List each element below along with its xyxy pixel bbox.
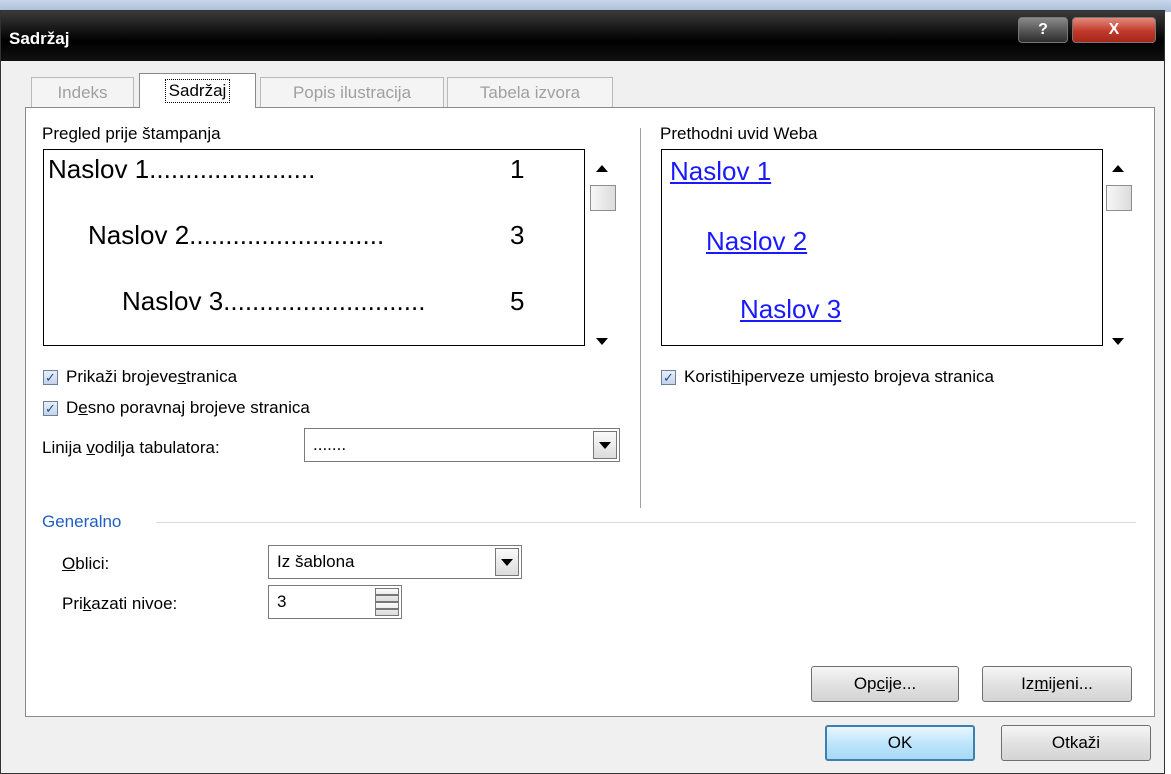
web-preview-label: Prethodni uvid Weba xyxy=(660,124,818,143)
stepper-buttons xyxy=(375,588,399,616)
help-button[interactable]: ? xyxy=(1018,17,1068,43)
toc-page-1: 1 xyxy=(510,154,525,184)
web-link-2[interactable]: Naslov 2 xyxy=(706,226,807,257)
formats-select[interactable]: Iz šablona xyxy=(268,545,522,579)
web-link-3[interactable]: Naslov 3 xyxy=(740,294,841,325)
tab-label: Sadržaj xyxy=(164,79,231,103)
scroll-up-icon[interactable] xyxy=(1112,165,1124,172)
scroll-thumb[interactable] xyxy=(1106,185,1132,211)
option-label: D xyxy=(66,398,79,417)
check-icon[interactable]: ✓ xyxy=(43,400,58,416)
tab-sadrzaj[interactable]: Sadržaj xyxy=(139,73,256,108)
formats-label-part: blici: xyxy=(75,554,110,573)
chevron-down-icon xyxy=(501,558,513,566)
tab-leader-label-part: odilja tabulatora: xyxy=(94,438,220,457)
tab-indeks[interactable]: Indeks xyxy=(31,77,134,107)
chevron-down-icon xyxy=(376,608,398,610)
web-link-1[interactable]: Naslov 1 xyxy=(670,156,771,187)
right-align-option[interactable]: ✓ De sno poravnaj brojeve stranica xyxy=(43,398,310,418)
options-button[interactable]: Op c ije... xyxy=(811,666,959,702)
tab-leader-label: Linija vodilja tabulatora: xyxy=(42,438,220,458)
show-levels-label-part: Pri xyxy=(62,594,83,613)
print-preview-box[interactable]: Naslov 1....................... 1 Naslov… xyxy=(43,149,585,346)
show-page-numbers-option[interactable]: ✓ Prikaži brojeve s tranica xyxy=(43,367,237,387)
option-label: iperveze umjesto brojeva stranica xyxy=(740,367,994,386)
show-levels-label: Prikazati nivoe: xyxy=(62,594,177,614)
tab-label: Tabela izvora xyxy=(479,82,581,102)
option-label: tranica xyxy=(186,367,238,386)
ok-button[interactable]: OK xyxy=(825,725,975,761)
toc-entry-2: Naslov 2........................... xyxy=(88,220,385,250)
button-label: ijeni... xyxy=(1048,674,1093,693)
toc-page-2: 3 xyxy=(510,220,525,250)
print-preview-scrollbar[interactable] xyxy=(588,153,616,348)
print-preview-label: Pregled prije štampanja xyxy=(42,124,221,143)
button-label: Iz xyxy=(1021,674,1035,693)
chevron-down-icon xyxy=(599,441,611,449)
help-icon: ? xyxy=(1038,21,1048,38)
close-icon: X xyxy=(1108,21,1120,38)
show-levels-stepper[interactable]: 3 xyxy=(268,585,402,619)
scroll-up-icon[interactable] xyxy=(596,165,608,172)
tab-popis-ilustracija[interactable]: Popis ilustracija xyxy=(260,77,444,107)
option-label-key: s xyxy=(177,367,187,386)
option-label: Koristi xyxy=(684,367,732,386)
tab-label: Indeks xyxy=(57,82,108,102)
tab-panel: Pregled prije štampanja Naslov 1........… xyxy=(25,107,1155,717)
button-label-key: c xyxy=(876,674,886,693)
show-levels-label-key: k xyxy=(82,594,92,613)
vertical-divider xyxy=(640,128,641,508)
scroll-down-icon[interactable] xyxy=(596,338,608,345)
option-label-key: h xyxy=(731,367,741,386)
show-levels-label-part: azati nivoe: xyxy=(91,594,178,613)
tab-tabela-izvora[interactable]: Tabela izvora xyxy=(447,77,613,107)
tab-leader-label-key: v xyxy=(86,438,95,457)
toc-dialog: Sadržaj ? X Indeks Sadržaj Popis ilustra… xyxy=(0,10,1165,774)
toc-entry-1: Naslov 1....................... xyxy=(48,154,316,184)
toc-page-3: 5 xyxy=(510,286,525,316)
tab-leader-select[interactable]: ....... xyxy=(304,428,620,462)
button-label-key: m xyxy=(1034,674,1049,693)
option-label: sno poravnaj brojeve stranica xyxy=(87,398,310,417)
web-preview-box[interactable]: Naslov 1 Naslov 2 Naslov 3 xyxy=(661,149,1103,346)
formats-label: Oblici: xyxy=(62,554,109,574)
stepper-down-button[interactable] xyxy=(375,602,399,616)
dialog-title: Sadržaj xyxy=(9,29,70,48)
dropdown-button[interactable] xyxy=(593,431,617,459)
tab-leader-label-part: Linija xyxy=(42,438,87,457)
tab-leader-value: ....... xyxy=(313,435,347,454)
use-hyperlinks-option[interactable]: ✓ Koristi h iperveze umjesto brojeva stra… xyxy=(661,367,994,387)
option-label-key: e xyxy=(78,398,88,417)
check-icon[interactable]: ✓ xyxy=(43,369,58,385)
cancel-button[interactable]: Otkaži xyxy=(1001,725,1151,761)
button-label: ije... xyxy=(885,674,917,693)
dropdown-button[interactable] xyxy=(495,548,519,576)
chevron-up-icon xyxy=(376,594,398,596)
web-preview-scrollbar[interactable] xyxy=(1104,153,1132,348)
group-divider xyxy=(156,522,1136,523)
scroll-down-icon[interactable] xyxy=(1112,338,1124,345)
option-label: Prikaži brojeve xyxy=(66,367,178,386)
close-button[interactable]: X xyxy=(1072,17,1156,43)
general-group-label: Generalno xyxy=(42,512,122,531)
show-levels-value: 3 xyxy=(277,592,287,611)
formats-label-key: O xyxy=(62,554,76,573)
toc-entry-3: Naslov 3............................ xyxy=(122,286,426,316)
scroll-thumb[interactable] xyxy=(590,185,616,211)
check-icon[interactable]: ✓ xyxy=(661,369,676,385)
stepper-up-button[interactable] xyxy=(375,588,399,602)
title-bar: Sadržaj ? X xyxy=(1,11,1164,61)
formats-value: Iz šablona xyxy=(277,552,355,571)
tab-label: Popis ilustracija xyxy=(292,82,412,102)
button-label: Op xyxy=(853,674,877,693)
modify-button[interactable]: Iz m ijeni... xyxy=(982,666,1132,702)
